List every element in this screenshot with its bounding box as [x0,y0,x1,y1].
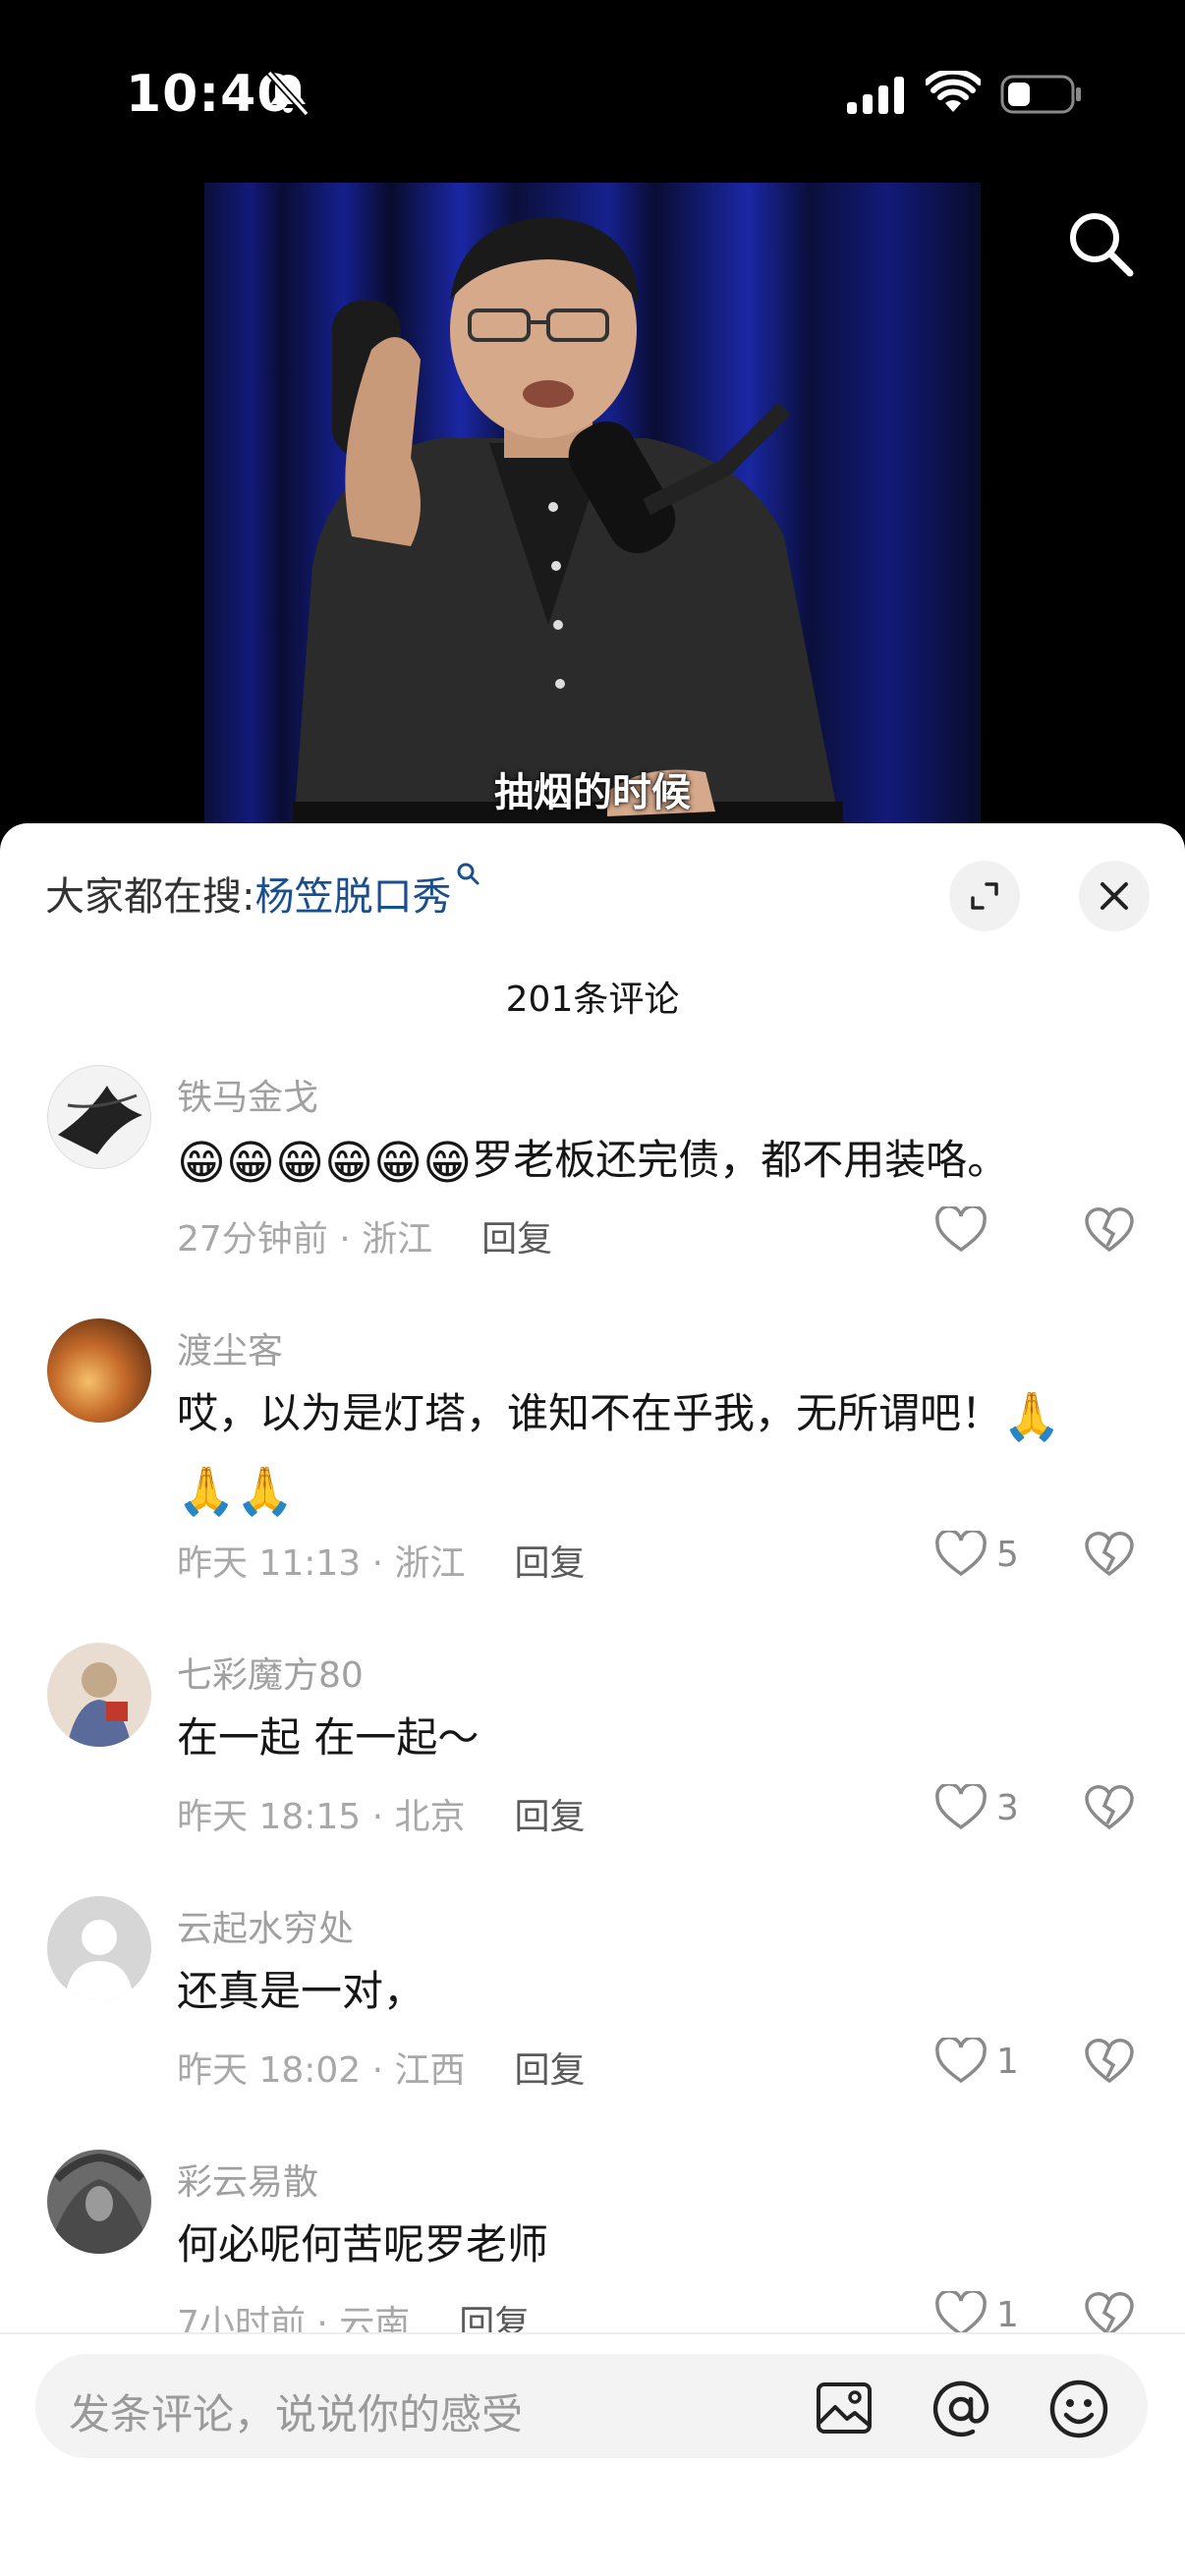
default-avatar[interactable] [47,1896,151,2000]
like-count: 3 [996,1787,1019,1828]
mute-bell-icon [266,70,310,117]
like-count: 1 [996,2294,1019,2335]
comment-text-row: 哎，以为是灯塔，谁知不在乎我，无所谓吧！🙏 🙏🙏 [177,1377,1140,1528]
comment-meta: 27分钟前 · 浙江 回复 [177,1210,552,1261]
like-button[interactable]: 1 [935,2038,1019,2085]
like-count: 1 [996,2041,1019,2082]
video-frame-image [293,217,843,823]
reply-button[interactable]: 回复 [515,1543,586,1584]
like-button[interactable] [935,1206,996,1254]
heart-icon [935,1206,987,1253]
comment-time-location: 昨天 18:15 · 北京 [177,1797,466,1837]
broken-heart-icon[interactable] [1085,1206,1134,1254]
comment-username[interactable]: 铁马金戈 [177,1069,318,1120]
at-icon[interactable] [930,2378,992,2440]
expand-button[interactable] [949,861,1020,931]
like-button[interactable]: 3 [935,1784,1019,1831]
avatar[interactable] [47,1065,151,1169]
hot-search-bar[interactable]: 大家都在搜:杨笠脱口秀 [45,863,480,922]
like-button[interactable]: 1 [935,2291,1019,2338]
reply-button[interactable]: 回复 [515,2050,586,2091]
avatar[interactable] [47,2150,151,2254]
heart-icon [935,2038,987,2084]
image-icon[interactable] [814,2378,875,2438]
status-bar: 10:40 [0,0,1185,177]
wifi-icon [926,71,981,112]
heart-icon [935,2291,987,2337]
hot-search-keyword[interactable]: 杨笠脱口秀 [254,874,451,920]
comment-text: 还真是一对， [177,1967,425,2015]
search-icon[interactable] [1065,208,1136,279]
broken-heart-icon[interactable] [1085,2291,1134,2338]
comment-meta: 昨天 11:13 · 浙江 回复 [177,1535,586,1586]
avatar[interactable] [47,1643,151,1747]
battery-icon [1000,75,1081,114]
heart-icon [935,1784,987,1830]
comment-username[interactable]: 云起水穷处 [177,1900,354,1951]
small-search-icon [457,863,480,885]
heart-icon [935,1531,987,1577]
emoji-pray: 🙏🙏 [177,1464,295,1519]
like-button[interactable]: 5 [935,1531,1019,1578]
comment-time-location: 昨天 18:02 · 江西 [177,2050,466,2091]
like-count: 5 [996,1534,1019,1575]
close-button[interactable] [1079,861,1150,931]
comment-text: 何必呢何苦呢罗老师 [177,2220,549,2268]
reply-button[interactable]: 回复 [481,1219,552,1260]
emoji-icon[interactable] [1047,2378,1110,2440]
comment-text-row: 😁😁😁😁😁😁罗老板还完债，都不用装咯。 [177,1124,1140,1200]
avatar[interactable] [47,1318,151,1423]
hot-search-prefix: 大家都在搜: [45,874,255,920]
expand-icon [971,882,998,910]
broken-heart-icon[interactable] [1085,2038,1134,2085]
comment-username[interactable]: 七彩魔方80 [177,1647,364,1698]
broken-heart-icon[interactable] [1085,1784,1134,1831]
comment-time-location: 昨天 11:13 · 浙江 [177,1543,466,1584]
comment-username[interactable]: 彩云易散 [177,2154,318,2205]
emoji-pray: 🙏 [1002,1388,1061,1444]
comment-text: 哎，以为是灯塔，谁知不在乎我，无所谓吧！ [177,1389,1003,1437]
emoji-grin: 😁😁😁😁😁😁 [177,1135,473,1191]
comment-username[interactable]: 渡尘客 [177,1322,283,1373]
video-subtitle: 抽烟的时候 [494,770,691,815]
comment-count: 201条评论 [505,980,680,1020]
comment-meta: 昨天 18:15 · 北京 回复 [177,1788,586,1839]
video-player[interactable]: 抽烟的时候 [204,183,981,823]
close-icon [1100,882,1128,910]
broken-heart-icon[interactable] [1085,1531,1134,1578]
comment-time-location: 27分钟前 · 浙江 [177,1219,433,1260]
reply-button[interactable]: 回复 [515,1797,586,1837]
comment-text: 在一起 在一起～ [177,1713,480,1762]
comment-text: 罗老板还完债，都不用装咯。 [472,1136,1009,1184]
comment-meta: 昨天 18:02 · 江西 回复 [177,2042,586,2093]
cellular-signal-icon [847,77,904,114]
comment-input-placeholder[interactable]: 发条评论，说说你的感受 [69,2381,523,2441]
